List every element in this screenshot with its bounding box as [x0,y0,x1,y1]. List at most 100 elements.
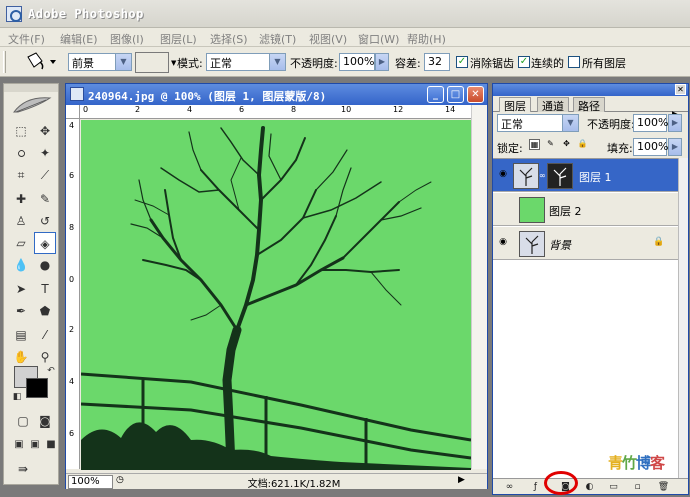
tab-channels[interactable]: 通道 [537,97,569,113]
chain-link-icon[interactable]: ∞ [539,171,546,180]
layer-thumbnail[interactable] [519,231,545,257]
link-layers-icon[interactable]: ∞ [503,481,516,493]
new-layer-icon[interactable]: ▫ [631,481,644,493]
blend-mode-select[interactable]: 正常 ▼ [497,114,579,132]
eyedropper-tool-icon[interactable]: ⁄ [34,324,56,346]
blur-tool-icon[interactable]: 💧 [10,254,32,276]
eye-icon[interactable]: ◉ [496,169,510,179]
chevron-down-icon[interactable]: ▼ [171,59,176,67]
eye-icon[interactable]: ◉ [496,237,510,247]
new-group-icon[interactable]: ▭ [607,481,620,493]
layer-name[interactable]: 图层 1 [579,169,612,185]
clone-stamp-tool-icon[interactable]: ♙ [10,210,32,232]
zoom-field[interactable]: 100% [68,475,113,489]
hand-tool-icon[interactable]: ✋ [10,346,32,368]
status-info-icon[interactable]: ◷ [116,475,128,488]
close-icon[interactable]: ✕ [467,86,484,103]
slice-tool-icon[interactable]: ⟋ [34,164,56,186]
layer-thumbnail[interactable] [513,163,539,189]
fill-source-select[interactable]: 前景 ▼ [68,53,132,71]
mode-select[interactable]: 正常 ▼ [206,53,286,71]
healing-brush-tool-icon[interactable]: ✚ [10,188,32,210]
tab-layers[interactable]: 图层 [499,97,531,113]
menu-help[interactable]: 帮助(H) [407,31,446,47]
layers-palette-title-bar[interactable]: ✕ [493,84,688,96]
minimize-icon[interactable]: _ [427,86,444,103]
lock-all-icon[interactable]: 🔒 [577,139,588,150]
menu-view[interactable]: 视图(V) [309,31,347,47]
trash-icon[interactable]: 🗑 [657,481,670,493]
layer-opacity-input[interactable]: 100% [633,114,668,132]
fill-source-value: 前景 [72,57,94,70]
lasso-tool-icon[interactable]: ഠ [10,142,32,164]
brush-tool-icon[interactable]: ✎ [34,188,56,210]
layers-scrollbar[interactable] [678,158,688,478]
jump-to-imageready-icon[interactable]: ⇛ [12,458,34,480]
tolerance-input[interactable]: 32 [424,53,450,71]
options-grip[interactable] [3,51,6,73]
magic-wand-tool-icon[interactable]: ✦ [34,142,56,164]
menu-file[interactable]: 文件(F) [8,31,45,47]
standard-mode-icon[interactable]: ▢ [12,410,34,432]
history-brush-tool-icon[interactable]: ↺ [34,210,56,232]
layer-style-icon[interactable]: ƒ [529,481,542,493]
lock-transparency-icon[interactable]: ▦ [529,139,540,150]
lock-position-icon[interactable]: ✥ [561,139,572,150]
opacity-slider-arrow-icon[interactable]: ▶ [375,53,389,71]
all-layers-checkbox[interactable] [568,56,580,68]
swap-colors-icon[interactable]: ↶ [40,360,62,382]
pen-tool-icon[interactable]: ✒ [10,300,32,322]
layer-row[interactable]: ◉ 背景 🔒 [493,227,678,260]
fill-slider-arrow-icon[interactable]: ▶ [668,138,682,156]
menu-select[interactable]: 选择(S) [210,31,248,47]
layer-row[interactable]: ◉ ∞ 图层 1 [493,159,678,192]
menu-layer[interactable]: 图层(L) [160,31,197,47]
eraser-tool-icon[interactable]: ▱ [10,232,32,254]
pattern-swatch[interactable] [135,52,169,73]
horizontal-ruler[interactable]: 0 2 4 6 8 10 12 14 [80,105,471,119]
fill-input[interactable]: 100% [633,138,668,156]
vertical-ruler[interactable]: 4 6 8 0 2 4 6 [66,119,80,469]
marquee-tool-icon[interactable]: ⬚ [10,120,32,142]
default-colors-icon[interactable]: ◧ [6,386,28,408]
lock-pixels-icon[interactable]: ✎ [545,139,556,150]
antialias-checkbox[interactable]: ✓ [456,56,468,68]
opacity-slider-arrow-icon[interactable]: ▶ [668,114,682,132]
contiguous-checkbox[interactable]: ✓ [518,56,530,68]
adjustment-layer-icon[interactable]: ◐ [583,481,596,493]
paint-bucket-tool-icon[interactable]: ◈ [34,232,56,254]
menu-filter[interactable]: 滤镜(T) [259,31,296,47]
ruler-origin[interactable] [66,105,80,119]
status-menu-arrow-icon[interactable]: ▶ [458,475,465,485]
paint-bucket-preset-icon[interactable] [20,51,60,73]
shape-tool-icon[interactable]: ⬟ [34,300,56,322]
quick-mask-mode-icon[interactable]: ◙ [34,410,56,432]
screen-mode-full-icon[interactable]: ■ [40,434,62,456]
feather-logo-icon[interactable] [12,94,52,116]
layer-name[interactable]: 背景 [549,237,571,253]
maximize-icon[interactable]: □ [447,86,464,103]
notes-tool-icon[interactable]: ▤ [10,324,32,346]
path-selection-tool-icon[interactable]: ➤ [10,278,32,300]
toolbox-header[interactable] [4,84,58,92]
tab-paths[interactable]: 路径 [573,97,605,113]
all-layers-label: 所有图层 [582,57,626,70]
dodge-tool-icon[interactable]: ● [34,254,56,276]
eye-hidden-slot[interactable] [496,203,510,213]
crop-tool-icon[interactable]: ⌗ [10,164,32,186]
document-vertical-scrollbar[interactable] [471,105,487,469]
close-icon[interactable]: ✕ [675,84,686,95]
image-canvas[interactable] [81,120,471,470]
layer-thumbnail[interactable] [519,197,545,223]
menu-image[interactable]: 图像(I) [110,31,144,47]
layer-name[interactable]: 图层 2 [549,203,582,219]
type-tool-icon[interactable]: T [34,278,56,300]
move-tool-icon[interactable]: ✥ [34,120,56,142]
menu-edit[interactable]: 编辑(E) [60,31,98,47]
opacity-input[interactable]: 100% [339,53,375,71]
layer-mask-thumbnail[interactable] [547,163,573,189]
document-title-bar[interactable]: 240964.jpg @ 100% (图层 1, 图层蒙版/8) _ □ ✕ [66,84,487,105]
layer-row[interactable]: 图层 2 [493,193,678,226]
menu-window[interactable]: 窗口(W) [358,31,399,47]
ruler-label: 12 [393,105,404,114]
